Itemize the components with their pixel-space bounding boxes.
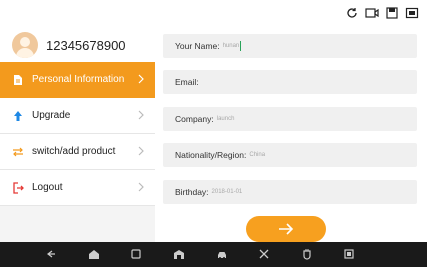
field-value: China (249, 152, 266, 158)
save-icon[interactable] (385, 6, 399, 20)
text-cursor (240, 41, 242, 51)
sidebar-item-label: Upgrade (32, 110, 71, 121)
sidebar-item-upgrade[interactable]: Upgrade (0, 98, 155, 134)
refresh-icon[interactable] (345, 6, 359, 20)
home-icon[interactable] (88, 248, 100, 260)
video-icon[interactable] (365, 6, 379, 20)
sidebar-item-logout[interactable]: Logout (0, 170, 155, 206)
field-label: Company: (175, 114, 214, 124)
field-label: Birthday: (175, 187, 209, 197)
next-button[interactable] (246, 216, 326, 242)
sidebar: 12345678900 Personal Information Upgrade (0, 28, 155, 242)
screen: 12345678900 Personal Information Upgrade (0, 0, 427, 267)
arrow-right-icon (279, 223, 294, 235)
chevron-right-icon (135, 109, 147, 121)
logout-icon (12, 181, 24, 194)
screenshot-icon[interactable] (405, 6, 419, 20)
car-icon[interactable] (216, 248, 228, 260)
company-field[interactable]: Company: launch (163, 107, 417, 131)
sidebar-item-label: Personal Information (32, 74, 125, 85)
name-field[interactable]: Your Name: hunan (163, 34, 417, 58)
sidebar-item-personal-information[interactable]: Personal Information (0, 62, 155, 98)
tools-icon[interactable] (258, 248, 270, 260)
field-label: Email: (175, 77, 199, 87)
chevron-right-icon (135, 73, 147, 85)
back-icon[interactable] (45, 248, 57, 260)
avatar (12, 32, 38, 58)
upload-arrow-icon (12, 110, 24, 122)
recent-apps-icon[interactable] (130, 248, 142, 260)
garage-icon[interactable] (173, 248, 185, 260)
sidebar-menu: Personal Information Upgrade switch/add (0, 62, 155, 206)
swap-arrows-icon (12, 146, 24, 158)
chevron-right-icon (135, 181, 147, 193)
field-value: 2018-01-01 (211, 189, 243, 195)
username: 12345678900 (46, 37, 126, 53)
field-label: Your Name: (175, 41, 220, 51)
field-label: Nationality/Region: (175, 150, 247, 160)
birthday-field[interactable]: Birthday: 2018-01-01 (163, 180, 417, 204)
screenshot-icon[interactable] (343, 248, 355, 260)
email-field[interactable]: Email: (163, 70, 417, 94)
field-value: hunan (222, 43, 240, 49)
document-icon (12, 74, 24, 86)
chevron-right-icon (135, 145, 147, 157)
sidebar-item-switch-add-product[interactable]: switch/add product (0, 134, 155, 170)
user-profile[interactable]: 12345678900 (0, 28, 155, 62)
top-bar (0, 0, 427, 28)
sidebar-item-label: switch/add product (32, 146, 116, 157)
sidebar-item-label: Logout (32, 182, 63, 193)
nationality-field[interactable]: Nationality/Region: China (163, 143, 417, 167)
field-value: launch (216, 116, 235, 122)
personal-info-form: Your Name: hunan Email: Company: launch … (155, 28, 427, 242)
vci-icon[interactable] (301, 248, 313, 260)
bottom-nav-bar (0, 242, 427, 267)
